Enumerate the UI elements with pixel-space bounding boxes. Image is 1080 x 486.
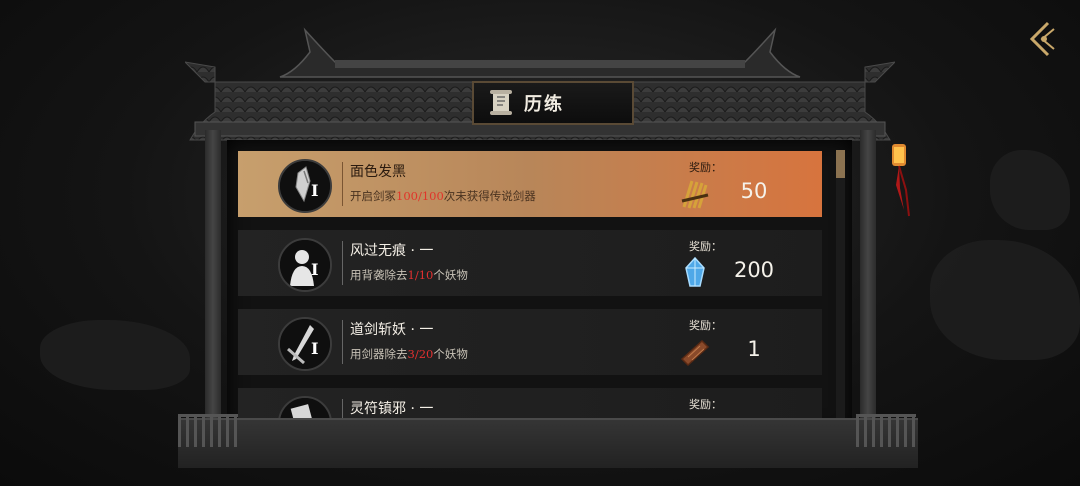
silhouette-icon <box>280 240 330 290</box>
divider <box>342 241 343 285</box>
task-row-fengguo-wuhen[interactable]: I 风过无痕 · 一 用背袭除去1/10个妖物 奖励： 200 <box>238 230 822 296</box>
background-rock <box>930 240 1080 360</box>
task-progress: 100/100 <box>396 189 444 203</box>
divider <box>342 162 343 206</box>
reward-value: 200 <box>733 258 775 282</box>
task-level: I <box>311 260 319 279</box>
back-button[interactable] <box>1024 20 1062 58</box>
left-railing <box>178 414 238 447</box>
task-description: 开启剑冢100/100次未获得传说剑器 <box>350 189 536 203</box>
reward-label: 奖励： <box>689 240 722 253</box>
pavilion-base <box>178 418 918 468</box>
page-title: 历练 <box>524 94 564 115</box>
background-rock <box>990 150 1070 230</box>
divider <box>342 320 343 364</box>
scrollbar[interactable] <box>836 150 845 420</box>
sword-slash-icon <box>280 319 330 369</box>
blue-crystal-icon <box>685 256 705 287</box>
leather-scroll-icon <box>680 339 710 367</box>
reward-label: 奖励： <box>689 398 722 411</box>
golden-sword-bundle-icon <box>681 180 709 209</box>
task-progress: 3/20 <box>407 347 434 361</box>
back-arrow-icon <box>1029 21 1055 57</box>
task-name: 道剑斩妖 · 一 <box>350 322 434 338</box>
reward-value: 50 <box>740 179 768 203</box>
right-pillar <box>860 130 876 430</box>
task-progress: 1/10 <box>407 268 434 282</box>
reward-value: 1 <box>747 337 761 361</box>
task-avatar <box>278 238 332 292</box>
lantern-icon <box>892 144 910 217</box>
task-list[interactable]: I 面色发黑 开启剑冢100/100次未获得传说剑器 奖励： 50 I 风过无痕… <box>238 151 822 431</box>
task-avatar <box>278 159 332 213</box>
reward-label: 奖励： <box>689 161 722 174</box>
task-level: I <box>311 339 319 358</box>
task-name: 面色发黑 <box>350 164 406 180</box>
scrollbar-thumb[interactable] <box>836 150 845 178</box>
task-name: 灵符镇邪 · 一 <box>350 401 434 417</box>
scroll-icon <box>490 90 512 115</box>
crystal-sword-icon <box>280 161 330 211</box>
task-description: 用剑器除去3/20个妖物 <box>350 347 468 361</box>
task-level: I <box>311 181 319 200</box>
right-railing <box>856 414 916 447</box>
background-rock <box>40 320 190 390</box>
task-name: 风过无痕 · 一 <box>350 243 434 259</box>
task-row-mianse-fahei[interactable]: I 面色发黑 开启剑冢100/100次未获得传说剑器 奖励： 50 <box>238 151 822 217</box>
task-row-daojian-zhanyao[interactable]: I 道剑斩妖 · 一 用剑器除去3/20个妖物 奖励： 1 <box>238 309 822 375</box>
left-pillar <box>205 130 221 430</box>
title-plate: 历练 <box>472 81 634 125</box>
task-avatar <box>278 317 332 371</box>
task-description: 用背袭除去1/10个妖物 <box>350 268 468 282</box>
reward-label: 奖励： <box>689 319 722 332</box>
